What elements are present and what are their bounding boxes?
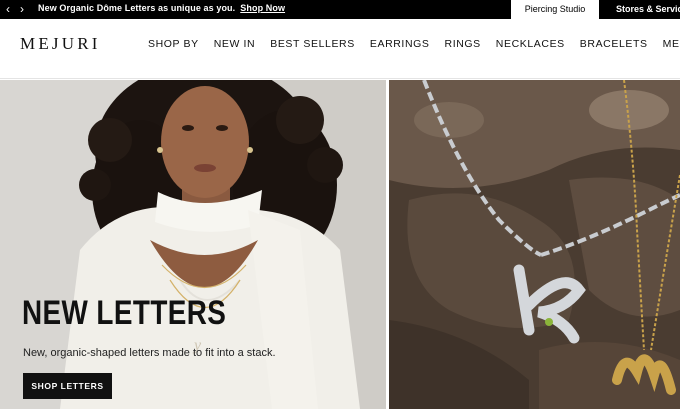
nav-shop-by[interactable]: SHOP BY <box>148 38 199 50</box>
nav-new-in[interactable]: NEW IN <box>214 38 256 50</box>
nav-rings[interactable]: RINGS <box>445 38 481 50</box>
model-illustration: y <box>0 80 386 409</box>
main-nav: SHOP BY NEW IN BEST SELLERS EARRINGS RIN… <box>148 38 680 50</box>
shop-now-link[interactable]: Shop Now <box>240 3 285 13</box>
mejuri-logo[interactable]: MEJURI <box>20 34 101 54</box>
hero-product-image[interactable] <box>389 80 680 409</box>
shop-letters-button[interactable]: SHOP LETTERS <box>23 373 112 399</box>
letter-pendants-illustration <box>389 80 680 409</box>
nav-mens[interactable]: MEN'S <box>663 38 680 50</box>
stores-services-tab[interactable]: Stores & Services <box>606 0 680 19</box>
chevron-left-icon[interactable]: ‹ <box>6 2 10 16</box>
hero-subtitle: New, organic-shaped letters made to fit … <box>23 347 276 359</box>
announcement-message: New Organic Dôme Letters as unique as yo… <box>38 3 285 13</box>
hero-banner: y NEW LETTERS New, organic-shaped letter… <box>0 80 680 409</box>
site-header: MEJURI SHOP BY NEW IN BEST SELLERS EARRI… <box>0 19 680 79</box>
announcement-bar: ‹ › New Organic Dôme Letters as unique a… <box>0 0 680 19</box>
nav-bracelets[interactable]: BRACELETS <box>580 38 648 50</box>
piercing-studio-tab[interactable]: Piercing Studio <box>511 0 599 19</box>
hero-title: NEW LETTERS <box>22 294 227 332</box>
nav-necklaces[interactable]: NECKLACES <box>496 38 565 50</box>
nav-earrings[interactable]: EARRINGS <box>370 38 430 50</box>
nav-best-sellers[interactable]: BEST SELLERS <box>270 38 355 50</box>
hero-model-image[interactable]: y <box>0 80 386 409</box>
chevron-right-icon[interactable]: › <box>20 2 24 16</box>
announcement-text: New Organic Dôme Letters as unique as yo… <box>38 3 236 13</box>
